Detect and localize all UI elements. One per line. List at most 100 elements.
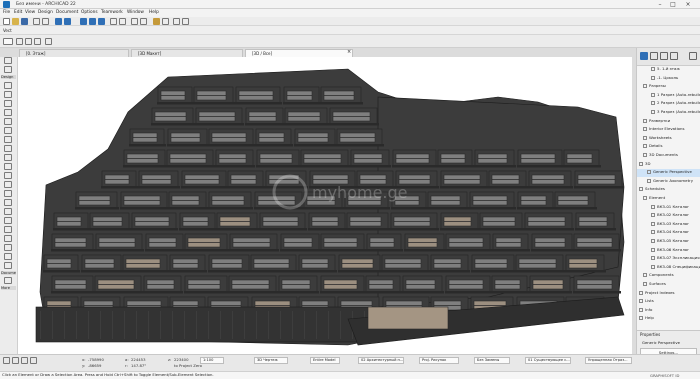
elevation-icon[interactable] [140, 18, 147, 25]
tree-item[interactable]: Lists [637, 298, 700, 306]
object-tool-icon[interactable] [4, 190, 12, 197]
navigator-menu-icon[interactable] [689, 52, 697, 60]
tree-item[interactable]: Worksheets [637, 135, 700, 143]
menu-help[interactable]: Help [149, 10, 159, 15]
layer-combo-6[interactable]: 01 Существующее с... [525, 357, 571, 364]
wall-tool-icon[interactable] [4, 82, 12, 89]
stair-tool-icon[interactable] [4, 154, 12, 161]
scale-combo[interactable]: 1:100 [200, 357, 224, 364]
menu-options[interactable]: Options [81, 10, 98, 15]
menu-document[interactable]: Document [56, 10, 78, 15]
tree-item[interactable]: Generic Perspective [637, 169, 700, 178]
tree-item[interactable]: Details [637, 143, 700, 151]
tree-item[interactable]: Element [637, 195, 700, 203]
beam-tool-icon[interactable] [4, 118, 12, 125]
menu-file[interactable]: File [3, 10, 10, 15]
layer-combo-1[interactable]: 3D Чертеж [254, 357, 288, 364]
tree-item[interactable]: 1 Разрез (Auto-rebuild) [637, 92, 700, 100]
grid-icon[interactable] [119, 18, 126, 25]
tree-item[interactable]: 5. 1-й этаж [637, 66, 700, 74]
tree-item[interactable]: ВКЗ-08 Спецификация [637, 264, 700, 272]
tree-item[interactable]: Help [637, 315, 700, 323]
graphisoft-id[interactable]: GRAPHISOFT ID [650, 373, 679, 378]
menu-design[interactable]: Design [38, 10, 53, 15]
new-file-icon[interactable] [3, 18, 10, 25]
layer-combo-7[interactable]: Упрощенная Отраз... [585, 357, 632, 364]
redo-icon[interactable] [64, 18, 71, 25]
tree-item[interactable]: ВКЗ-06 Каталог [637, 247, 700, 255]
tree-item[interactable]: Project Indexes [637, 290, 700, 298]
corner-window-icon[interactable] [4, 235, 12, 242]
cut-icon[interactable] [33, 18, 40, 25]
tree-item[interactable]: 3D Documents [637, 152, 700, 160]
tab-3d-all[interactable]: [3D / Все] [245, 49, 353, 57]
menu-edit[interactable]: Edit [14, 10, 22, 15]
redo-status-icon[interactable] [12, 357, 19, 364]
tree-item[interactable]: ВКЗ-07 Экспликация [637, 255, 700, 263]
magic-wand-icon[interactable] [89, 18, 96, 25]
marquee-icon[interactable] [25, 38, 32, 45]
layout-book-icon[interactable] [660, 52, 668, 60]
view-mode-icon[interactable] [3, 38, 13, 45]
tree-item[interactable]: Generic Axonometry [637, 178, 700, 186]
minimize-button[interactable]: – [655, 1, 665, 8]
column-tool-icon[interactable] [4, 109, 12, 116]
toolbox-label-document[interactable]: Docume [1, 271, 16, 275]
3d-window-icon[interactable] [153, 18, 160, 25]
tree-item[interactable]: ВКЗ-03 Каталог [637, 221, 700, 229]
menu-window[interactable]: Window [127, 10, 144, 15]
arrow-select-icon[interactable] [4, 57, 12, 64]
slab-tool-icon[interactable] [4, 127, 12, 134]
tree-item[interactable]: Components [637, 272, 700, 280]
tree-item[interactable]: ВКЗ-04 Каталог [637, 229, 700, 237]
toolbox-label-design[interactable]: Design [1, 75, 16, 79]
dimension-tool-icon[interactable] [4, 262, 12, 269]
undo-status-icon[interactable] [3, 357, 10, 364]
railing-tool-icon[interactable] [4, 163, 12, 170]
tree-item[interactable]: ВКЗ-01 Каталог [637, 204, 700, 212]
maximize-button[interactable]: □ [668, 1, 678, 8]
menu-teamwork[interactable]: Teamwork [101, 10, 123, 15]
tree-item[interactable]: Interior Elevations [637, 126, 700, 134]
view-map-icon[interactable] [650, 52, 658, 60]
menu-view[interactable]: View [25, 10, 35, 15]
tab-3d-model[interactable]: [3D Макет] [131, 49, 243, 57]
undo-icon[interactable] [55, 18, 62, 25]
copy-icon[interactable] [42, 18, 49, 25]
marquee-tool-icon[interactable] [4, 66, 12, 73]
pointer-icon[interactable] [80, 18, 87, 25]
zoom-out-icon[interactable] [30, 357, 37, 364]
tree-item[interactable]: ВКЗ-02 Каталог [637, 212, 700, 220]
project-map-icon[interactable] [640, 52, 648, 60]
save-icon[interactable] [21, 18, 28, 25]
layer-combo-4[interactable]: Proj. Рисунок [419, 357, 459, 364]
arrow-tool-icon[interactable] [16, 38, 23, 45]
tree-item[interactable]: 2 Разрез (Auto-rebuild) [637, 100, 700, 108]
open-file-icon[interactable] [12, 18, 19, 25]
lamp-tool-icon[interactable] [4, 217, 12, 224]
publisher-icon[interactable] [670, 52, 678, 60]
tree-item[interactable]: Info [637, 307, 700, 315]
roof-tool-icon[interactable] [4, 136, 12, 143]
layer-combo-2[interactable]: Entire Model [310, 357, 340, 364]
zoom-in-icon[interactable] [21, 357, 28, 364]
tab-floor-plan[interactable]: [0. Этаж] [19, 49, 129, 57]
skylight-tool-icon[interactable] [4, 226, 12, 233]
tree-item[interactable]: ВКЗ-05 Каталог [637, 238, 700, 246]
tree-item[interactable]: Schedules [637, 186, 700, 194]
tree-item[interactable]: -1. Цоколь [637, 75, 700, 83]
wall-end-icon[interactable] [4, 244, 12, 251]
tree-item[interactable]: Разрезы [637, 83, 700, 91]
layer-combo-5[interactable]: Без Замены [474, 357, 510, 364]
settings-small-icon[interactable] [45, 38, 52, 45]
layer-combo-3[interactable]: 02 Архитектурный п... [358, 357, 404, 364]
render-icon[interactable] [162, 18, 169, 25]
layers-icon[interactable] [173, 18, 180, 25]
window-tool-icon[interactable] [4, 100, 12, 107]
section-icon[interactable] [131, 18, 138, 25]
tree-item[interactable]: 3 Разрез (Auto-rebuild) [637, 109, 700, 117]
tab-close-icon[interactable]: × [347, 49, 351, 55]
morph-tool-icon[interactable] [4, 181, 12, 188]
curtain-wall-icon[interactable] [4, 172, 12, 179]
measure-icon[interactable] [182, 18, 189, 25]
